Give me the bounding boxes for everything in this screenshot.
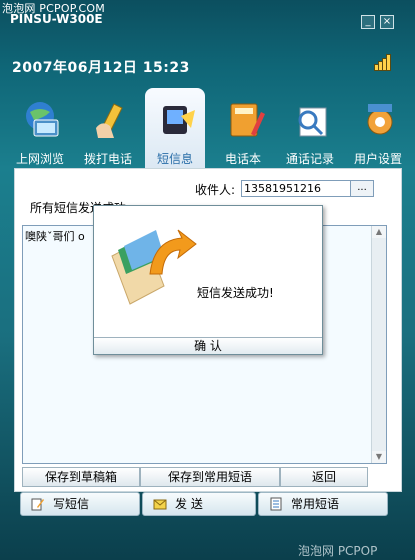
- window-title: PINSU-W300E: [10, 12, 103, 26]
- recipient-field[interactable]: [241, 180, 352, 197]
- scroll-down-icon[interactable]: ▼: [372, 451, 386, 463]
- action-button-row: 写短信 发 送 常用短语: [20, 492, 390, 516]
- globe-computer-icon: [26, 102, 59, 137]
- save-common-phrase-button[interactable]: 保存到常用短语: [140, 467, 280, 487]
- tab-browse[interactable]: 上网浏览: [10, 88, 70, 168]
- dialog-message: 短信发送成功!: [197, 286, 274, 300]
- tab-label: 拨打电话: [83, 152, 132, 166]
- tab-settings[interactable]: 用户设置: [348, 88, 408, 168]
- sms-sent-dialog: 短信发送成功! 确 认: [93, 205, 323, 355]
- tab-label: 短信息: [156, 152, 193, 166]
- envelope-sent-icon: [111, 229, 197, 305]
- send-label: 发 送: [175, 497, 203, 511]
- tab-call-log[interactable]: 通话记录: [280, 88, 340, 168]
- tab-sms[interactable]: 短信息: [145, 88, 205, 168]
- tab-label: 用户设置: [353, 152, 402, 166]
- datetime-display: 2007年06月12日 15:23: [12, 60, 190, 76]
- envelope-icon: [153, 499, 167, 510]
- contact-book-icon: [230, 103, 265, 137]
- call-log-icon: [298, 107, 327, 137]
- message-text: 噢陕ˇ哥们 o: [25, 230, 85, 243]
- close-button[interactable]: ×: [380, 15, 394, 29]
- main-tab-bar: 上网浏览 拨打电话 短信息 电话本 通话记录 用户设置: [8, 88, 408, 168]
- tab-contacts[interactable]: 电话本: [213, 88, 273, 168]
- confirm-button[interactable]: 确 认: [94, 337, 322, 354]
- scroll-up-icon[interactable]: ▲: [372, 226, 386, 238]
- settings-gear-icon: [367, 104, 393, 135]
- write-sms-label: 写短信: [53, 497, 90, 511]
- choose-contact-button[interactable]: ...: [350, 180, 374, 197]
- footer-watermark: 泡泡网 PCPOP: [298, 544, 378, 558]
- scrollbar[interactable]: ▲ ▼: [371, 226, 386, 463]
- list-icon: [270, 497, 282, 511]
- tab-label: 电话本: [224, 152, 261, 166]
- tab-call[interactable]: 拨打电话: [78, 88, 138, 168]
- save-button-row: 保存到草稿箱 保存到常用短语 返回: [22, 467, 376, 487]
- recipient-label: 收件人:: [195, 183, 236, 197]
- write-sms-button[interactable]: 写短信: [20, 492, 140, 516]
- message-icon: [163, 106, 195, 134]
- save-draft-button[interactable]: 保存到草稿箱: [22, 467, 140, 487]
- signal-strength-icon: [374, 54, 392, 71]
- phone-hand-icon: [96, 103, 123, 138]
- common-phrases-label: 常用短语: [291, 497, 340, 511]
- app-window: 泡泡网 PCPOP.COM PINSU-W300E _ × 2007年06月12…: [0, 0, 415, 560]
- back-button[interactable]: 返回: [280, 467, 368, 487]
- tab-label: 通话记录: [285, 152, 334, 166]
- send-button[interactable]: 发 送: [142, 492, 256, 516]
- tab-label: 上网浏览: [15, 152, 64, 166]
- minimize-button[interactable]: _: [361, 15, 375, 29]
- common-phrases-button[interactable]: 常用短语: [258, 492, 388, 516]
- pencil-icon: [31, 498, 44, 511]
